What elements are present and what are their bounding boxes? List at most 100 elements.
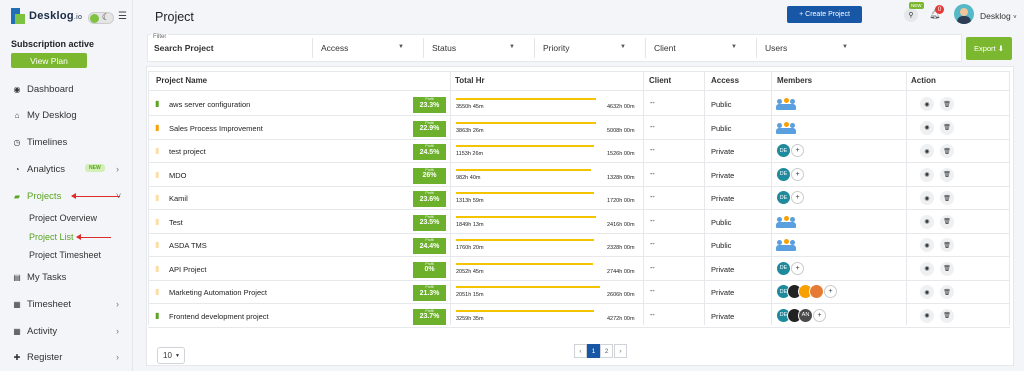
trash-icon[interactable]: 🗑︎ (940, 191, 954, 205)
search-input[interactable]: Search Project (154, 43, 214, 53)
project-name-link[interactable]: test project (169, 147, 206, 156)
project-name-link[interactable]: ASDA TMS (169, 241, 207, 250)
pin-icon[interactable]: ▮ (155, 264, 159, 273)
sidebar-item-my-desklog[interactable]: ⌂ My Desklog (0, 106, 133, 124)
users-filter[interactable]: Users (765, 43, 787, 53)
trash-icon[interactable]: 🗑︎ (940, 238, 954, 252)
project-name-link[interactable]: Frontend development project (169, 312, 269, 321)
logo[interactable]: Desklog.io (11, 8, 82, 24)
subnav-project-timesheet[interactable]: Project Timesheet (29, 250, 101, 260)
trash-icon[interactable]: 🗑︎ (940, 214, 954, 229)
page-2-button[interactable]: 2 (600, 344, 613, 358)
table-row[interactable]: ▮ Test Profit 23.5% 1849h 13m 2416h 00m -- Publ… (148, 211, 1010, 234)
project-name-link[interactable]: MDO (169, 171, 187, 180)
create-project-button[interactable]: + Create Project (787, 6, 862, 23)
trash-icon[interactable]: 🗑︎ (940, 144, 954, 158)
theme-toggle[interactable]: ☾ (88, 12, 114, 24)
eye-icon[interactable]: ◉ (920, 308, 934, 323)
subnav-project-overview[interactable]: Project Overview (29, 213, 97, 223)
pin-icon[interactable]: ▮ (155, 287, 159, 296)
subnav-project-list[interactable]: Project List (29, 232, 74, 242)
trash-icon[interactable]: 🗑︎ (940, 285, 954, 299)
pin-icon[interactable]: ▮ (155, 240, 159, 249)
pin-icon[interactable]: ▮ (155, 170, 159, 179)
project-name-link[interactable]: aws server configuration (169, 100, 250, 109)
eye-icon[interactable]: ◉ (920, 167, 934, 182)
trash-icon[interactable]: 🗑︎ (940, 97, 954, 111)
trash-icon[interactable]: 🗑︎ (940, 167, 954, 182)
view-plan-button[interactable]: View Plan (11, 53, 87, 68)
trash-icon[interactable]: 🗑︎ (940, 308, 954, 323)
eye-icon[interactable]: ◉ (920, 261, 934, 276)
add-member-button[interactable]: + (791, 167, 804, 181)
pin-icon[interactable]: ▮ (155, 217, 159, 226)
team-icon[interactable] (776, 239, 796, 251)
project-name-link[interactable]: Kamil (169, 194, 188, 203)
eye-icon[interactable]: ◉ (920, 238, 934, 252)
avatar[interactable]: AN (798, 307, 813, 323)
col-members[interactable]: Members (777, 76, 812, 85)
avatar[interactable]: DE (776, 260, 791, 276)
team-icon[interactable] (776, 215, 796, 228)
col-action[interactable]: Action (911, 76, 936, 85)
page-1-button[interactable]: 1 (587, 344, 600, 358)
pin-icon[interactable]: ▮ (155, 311, 159, 320)
table-row[interactable]: ▮ test project Profit 24.5% 1153h 26m 1526h 0… (148, 140, 1010, 163)
search-icon[interactable]: ⚲ (904, 8, 918, 22)
avatar[interactable]: DE (776, 166, 791, 182)
table-row[interactable]: ▮ Marketing Automation Project Profit 21.3%… (148, 281, 1010, 304)
table-row[interactable]: ▮ aws server configuration Profit 23.3% 3550… (148, 93, 1010, 116)
team-icon[interactable] (776, 98, 796, 110)
hamburger-icon[interactable]: ☰ (118, 11, 127, 22)
access-filter[interactable]: Access (321, 43, 348, 53)
project-name-link[interactable]: Sales Process Improvement (169, 124, 263, 133)
sidebar-item-activity[interactable]: ▦ Activity › (0, 322, 133, 340)
project-name-link[interactable]: Marketing Automation Project (169, 288, 267, 297)
eye-icon[interactable]: ◉ (920, 144, 934, 158)
pin-icon[interactable]: ▮ (155, 193, 159, 202)
project-name-link[interactable]: Test (169, 218, 183, 227)
trash-icon[interactable]: 🗑︎ (940, 261, 954, 276)
export-button[interactable]: Export ⬇ (966, 37, 1012, 60)
col-project-name[interactable]: Project Name (156, 76, 207, 85)
eye-icon[interactable]: ◉ (920, 214, 934, 229)
avatar[interactable]: DE (776, 143, 791, 158)
avatar[interactable] (954, 4, 974, 24)
pin-icon[interactable]: ▮ (155, 99, 159, 108)
col-access[interactable]: Access (711, 76, 739, 85)
eye-icon[interactable]: ◉ (920, 285, 934, 299)
status-filter[interactable]: Status (432, 43, 456, 53)
user-menu[interactable]: Desklog ˅ (980, 11, 1017, 21)
trash-icon[interactable]: 🗑︎ (940, 120, 954, 135)
client-filter[interactable]: Client (654, 43, 676, 53)
table-row[interactable]: ▮ Kamil Profit 23.6% 1313h 59m 1720h 00m -- Pri… (148, 187, 1010, 210)
avatar[interactable] (809, 284, 824, 299)
sidebar-item-timesheet[interactable]: ▦ Timesheet › (0, 295, 133, 313)
next-page-button[interactable]: › (614, 344, 627, 358)
add-member-button[interactable]: + (791, 261, 804, 275)
table-row[interactable]: ▮ Frontend development project Profit 23.7%… (148, 305, 1010, 328)
col-total-hr[interactable]: Total Hr (455, 76, 485, 85)
add-member-button[interactable]: + (813, 308, 826, 322)
eye-icon[interactable]: ◉ (920, 120, 934, 135)
table-row[interactable]: ▮ API Project Profit 0% 2052h 45m 2744h 00m --… (148, 258, 1010, 281)
avatar[interactable]: DE (776, 190, 791, 205)
team-icon[interactable] (776, 121, 796, 134)
page-size-select[interactable]: 10 ▼ (157, 347, 185, 364)
col-client[interactable]: Client (649, 76, 671, 85)
sidebar-item-dashboard[interactable]: ◉ Dashboard (0, 80, 133, 98)
add-member-button[interactable]: + (791, 191, 804, 204)
pin-icon[interactable]: ▮ (155, 146, 159, 155)
sidebar-item-my-tasks[interactable]: ▤ My Tasks (0, 268, 133, 286)
project-name-link[interactable]: API Project (169, 265, 207, 274)
table-row[interactable]: ▮ ASDA TMS Profit 24.4% 1760h 20m 2328h 00m --… (148, 234, 1010, 257)
table-row[interactable]: ▮ MDO Profit 26% 982h 40m 1328h 00m -- Private D… (148, 164, 1010, 187)
eye-icon[interactable]: ◉ (920, 191, 934, 205)
add-member-button[interactable]: + (824, 285, 837, 298)
sidebar-item-register[interactable]: ✚ Register › (0, 348, 133, 366)
table-row[interactable]: ▮ Sales Process Improvement Profit 22.9% 386… (148, 117, 1010, 140)
eye-icon[interactable]: ◉ (920, 97, 934, 111)
sidebar-item-analytics[interactable]: ◔ Analytics NEW › (0, 160, 133, 178)
priority-filter[interactable]: Priority (543, 43, 569, 53)
pin-icon[interactable]: ▮ (155, 123, 159, 132)
